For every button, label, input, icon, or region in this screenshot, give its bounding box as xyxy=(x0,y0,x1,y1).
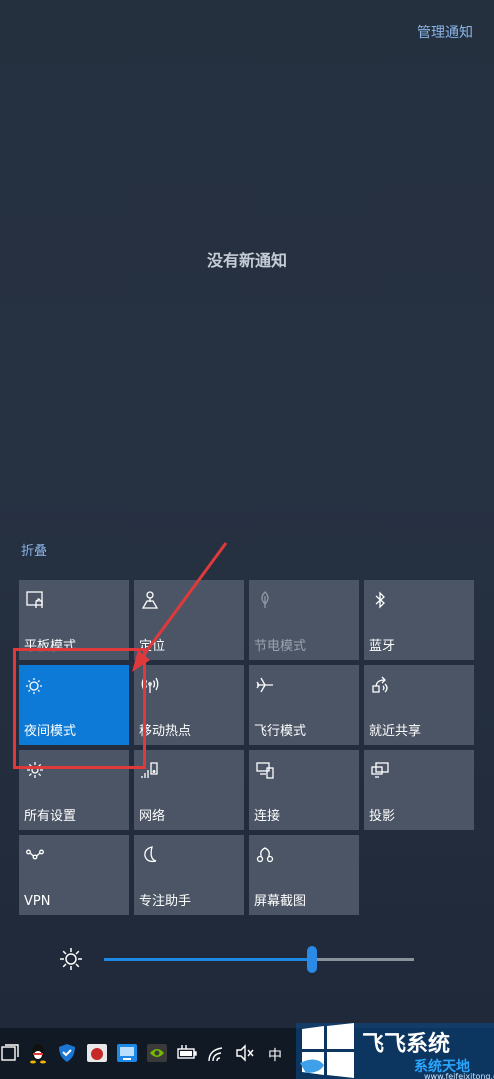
tile-label: 定位 xyxy=(139,639,166,654)
tile-mobile-hotspot[interactable]: 移动热点 xyxy=(134,665,244,745)
tile-vpn[interactable]: VPN xyxy=(19,835,129,915)
tile-airplane-mode[interactable]: 飞行模式 xyxy=(249,665,359,745)
tile-location[interactable]: 定位 xyxy=(134,580,244,660)
screen-snip-icon xyxy=(254,844,276,866)
tile-label: 移动热点 xyxy=(139,724,192,739)
security-shield-icon[interactable] xyxy=(56,1042,78,1064)
network-icon xyxy=(139,759,161,781)
quick-actions-grid: 平板模式 定位 节电模式 蓝牙 夜间模式 移动热点 飞行模式 就近共享 所有设置… xyxy=(19,580,474,915)
tile-bluetooth[interactable]: 蓝牙 xyxy=(364,580,474,660)
tile-network[interactable]: 网络 xyxy=(134,750,244,830)
tile-label: 所有设置 xyxy=(24,809,77,824)
qq-icon[interactable] xyxy=(27,1042,49,1064)
vpn-icon xyxy=(24,844,46,866)
tile-label: VPN xyxy=(24,894,51,909)
brightness-slider-fill xyxy=(104,958,312,961)
tile-night-light[interactable]: 夜间模式 xyxy=(19,665,129,745)
network-monitor-icon[interactable] xyxy=(116,1042,138,1064)
no-notifications-text: 没有新通知 xyxy=(206,251,287,270)
battery-icon[interactable] xyxy=(176,1042,198,1064)
tile-nearby-sharing[interactable]: 就近共享 xyxy=(364,665,474,745)
tile-label: 就近共享 xyxy=(369,724,422,739)
volume-muted-icon[interactable] xyxy=(234,1042,256,1064)
tile-connect[interactable]: 连接 xyxy=(249,750,359,830)
tile-battery-saver[interactable]: 节电模式 xyxy=(249,580,359,660)
tile-label: 屏幕截图 xyxy=(254,894,307,909)
wifi-icon[interactable] xyxy=(206,1042,228,1064)
annotation-arrow xyxy=(132,542,228,672)
tile-screen-snip[interactable]: 屏幕截图 xyxy=(249,835,359,915)
airplane-mode-icon xyxy=(254,674,276,696)
focus-assist-icon xyxy=(139,844,161,866)
tile-all-settings[interactable]: 所有设置 xyxy=(19,750,129,830)
project-icon xyxy=(369,759,391,781)
brightness-sun-icon xyxy=(58,946,84,972)
red-app-icon[interactable] xyxy=(86,1042,108,1064)
connect-icon xyxy=(254,759,276,781)
brightness-slider[interactable] xyxy=(104,946,414,973)
tile-label: 节电模式 xyxy=(254,639,307,654)
tile-label: 平板模式 xyxy=(24,639,77,654)
location-icon xyxy=(139,589,161,611)
battery-saver-icon xyxy=(254,589,276,611)
tile-tablet-mode[interactable]: 平板模式 xyxy=(19,580,129,660)
tile-label: 网络 xyxy=(139,809,166,824)
nvidia-icon[interactable] xyxy=(146,1042,168,1064)
brightness-slider-thumb[interactable] xyxy=(306,946,317,973)
task-view-icon[interactable] xyxy=(0,1042,22,1064)
tile-project[interactable]: 投影 xyxy=(364,750,474,830)
tile-label: 夜间模式 xyxy=(24,724,77,739)
brightness-control xyxy=(0,940,494,980)
bluetooth-icon xyxy=(369,589,391,611)
tile-label: 专注助手 xyxy=(139,894,192,909)
manage-notifications-link[interactable]: 管理通知 xyxy=(417,22,473,42)
mobile-hotspot-icon xyxy=(139,674,161,696)
collapse-link[interactable]: 折叠 xyxy=(21,540,47,559)
ime-indicator[interactable]: 中 xyxy=(268,1045,282,1065)
tile-label: 连接 xyxy=(254,809,281,824)
tile-label: 蓝牙 xyxy=(369,639,396,654)
night-light-icon xyxy=(24,674,46,696)
tile-label: 飞行模式 xyxy=(254,724,307,739)
settings-gear-icon xyxy=(24,759,46,781)
tile-label: 投影 xyxy=(369,809,396,824)
tablet-mode-icon xyxy=(24,589,46,611)
nearby-sharing-icon xyxy=(369,674,391,696)
taskbar: 中 xyxy=(0,1028,494,1079)
tile-focus-assist[interactable]: 专注助手 xyxy=(134,835,244,915)
